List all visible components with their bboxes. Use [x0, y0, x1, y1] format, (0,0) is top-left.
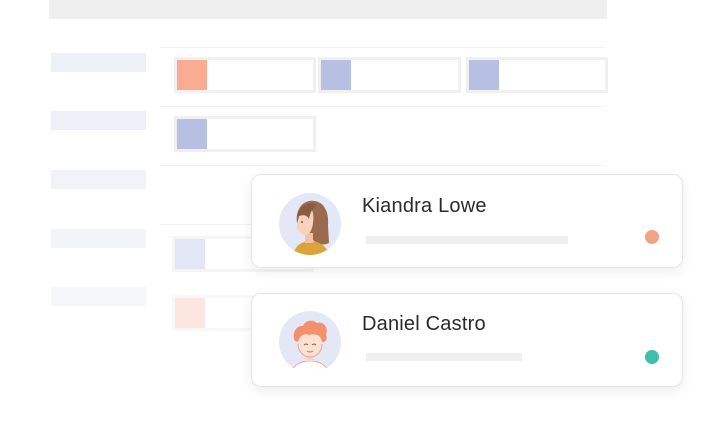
color-swatch	[175, 239, 205, 269]
text-placeholder-bar	[366, 236, 568, 244]
color-swatch	[175, 298, 205, 328]
woman-avatar-icon	[279, 193, 341, 255]
schedule-block	[318, 57, 461, 93]
color-swatch	[177, 60, 207, 90]
color-swatch	[177, 119, 207, 149]
row-label-placeholder	[51, 53, 146, 72]
user-name: Daniel Castro	[362, 313, 486, 335]
user-card-kiandra-lowe[interactable]: Kiandra Lowe	[251, 174, 683, 268]
grid-line	[160, 106, 605, 107]
row-label-placeholder	[51, 111, 146, 130]
schedule-header-bar	[49, 0, 607, 19]
man-avatar-icon	[279, 311, 341, 373]
schedule-block	[174, 57, 316, 93]
row-label-placeholder	[51, 229, 146, 248]
color-swatch	[469, 60, 499, 90]
color-swatch	[321, 60, 351, 90]
schedule-block	[466, 57, 608, 93]
status-indicator	[645, 230, 659, 244]
user-card-daniel-castro[interactable]: Daniel Castro	[251, 293, 683, 387]
grid-line	[160, 47, 605, 48]
text-placeholder-bar	[366, 353, 522, 361]
user-name: Kiandra Lowe	[362, 195, 487, 217]
schedule-block	[174, 116, 316, 152]
row-label-placeholder	[51, 287, 146, 306]
status-indicator	[645, 350, 659, 364]
row-label-placeholder	[51, 170, 146, 189]
grid-line	[160, 165, 605, 166]
